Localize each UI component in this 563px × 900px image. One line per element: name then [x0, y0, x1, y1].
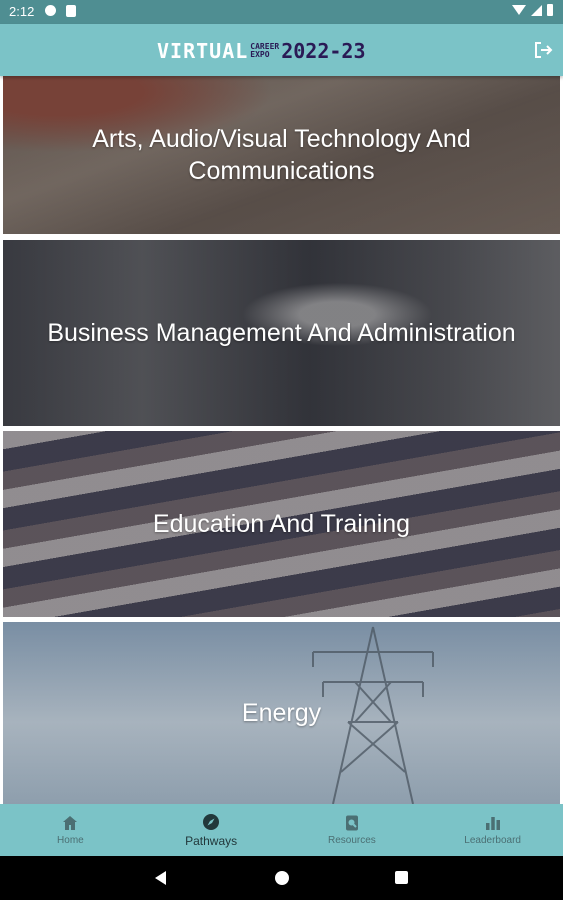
nav-home[interactable]: Home: [0, 804, 141, 856]
logo-career-expo: CAREER EXPO: [250, 43, 279, 59]
nav-resources[interactable]: Resources: [282, 804, 423, 856]
nav-leaderboard[interactable]: Leaderboard: [422, 804, 563, 856]
logout-button[interactable]: [533, 40, 553, 60]
nav-pathways[interactable]: Pathways: [141, 804, 282, 856]
logo-virtual: VIRTUAL: [157, 39, 249, 63]
search-doc-icon: [345, 815, 358, 831]
nav-leaderboard-label: Leaderboard: [464, 835, 521, 846]
pathway-card-title: Energy: [241, 699, 322, 727]
system-nav-bar: [0, 856, 563, 900]
pathway-card-title: Business Management And Administration: [47, 319, 516, 347]
wifi-icon: [512, 5, 526, 15]
logout-icon: [535, 42, 553, 58]
status-bar: 2:12: [0, 0, 563, 24]
sync-icon: [45, 5, 56, 16]
nav-home-label: Home: [57, 835, 84, 846]
logo-year: 2022-23: [281, 39, 366, 63]
battery-icon: [547, 4, 553, 16]
app-logo: VIRTUAL CAREER EXPO 2022-23: [157, 38, 366, 64]
recent-apps-icon[interactable]: [395, 871, 408, 884]
nav-resources-label: Resources: [327, 835, 376, 846]
pathway-card-title: Education And Training: [152, 510, 411, 538]
bar-chart-icon: [485, 817, 500, 830]
pathway-card-title: Arts, Audio/Visual Technology And Commun…: [92, 125, 471, 185]
home-icon: [63, 816, 78, 830]
home-circle-icon[interactable]: [275, 871, 289, 885]
logo-expo: EXPO: [250, 50, 270, 59]
pathway-card-arts[interactable]: Arts, Audio/Visual Technology And Commun…: [3, 76, 560, 234]
pathway-card-energy[interactable]: Energy: [3, 622, 560, 804]
pathway-card-business[interactable]: Business Management And Administration: [3, 240, 560, 426]
back-icon[interactable]: [155, 871, 166, 885]
compass-icon: [203, 813, 220, 830]
bottom-nav: Home Pathways Resources Leaderboard: [0, 804, 563, 856]
app-bar: VIRTUAL CAREER EXPO 2022-23: [0, 24, 563, 76]
nav-pathways-label: Pathways: [185, 833, 238, 848]
status-time: 2:12: [9, 4, 35, 19]
status-right-icons: [512, 4, 553, 16]
pathway-card-education[interactable]: Education And Training: [3, 431, 560, 617]
signal-icon: [531, 4, 542, 16]
sd-card-icon: [66, 5, 76, 17]
pathways-list: Arts, Audio/Visual Technology And Commun…: [0, 76, 563, 804]
